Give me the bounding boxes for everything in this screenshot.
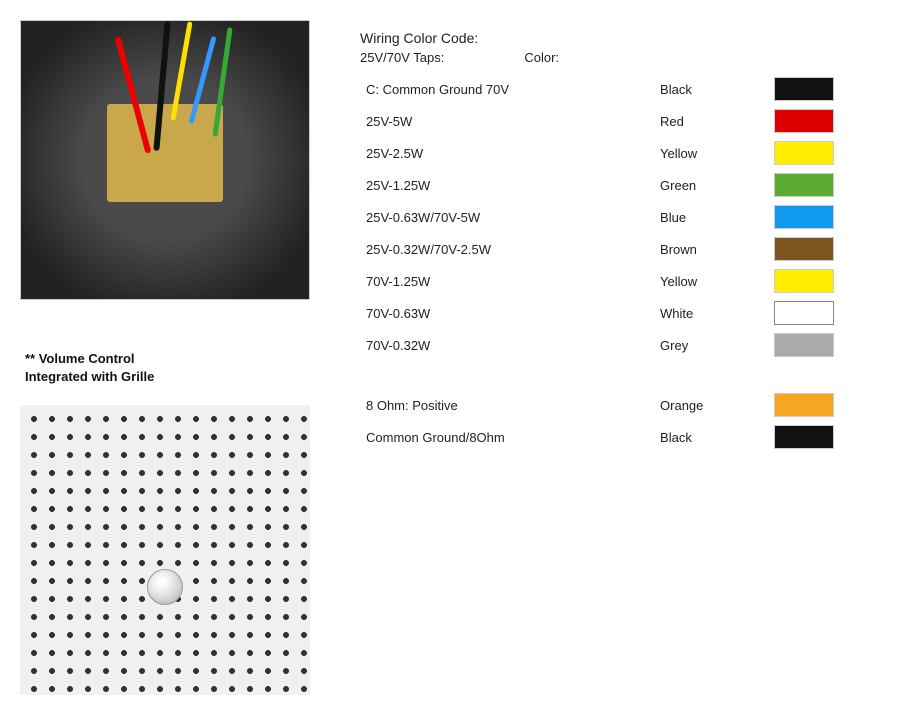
color-swatch [774,109,834,133]
color-swatch [774,205,834,229]
grille-dots [20,405,310,695]
tap-label: 70V-1.25W [360,265,654,297]
wiring-row: 25V-0.32W/70V-2.5W Brown [360,233,886,265]
color-label: Black [654,421,768,453]
subtitle-taps: 25V/70V Taps: [360,50,444,65]
wiring-subtitle: 25V/70V Taps: Color: [360,50,886,65]
grille-sim [20,405,310,695]
volume-control-label: ** Volume Control Integrated with Grille [25,350,190,386]
color-label: Yellow [654,265,768,297]
color-label: Yellow [654,137,768,169]
color-swatch-cell [768,73,886,105]
wiring-row: 25V-2.5W Yellow [360,137,886,169]
color-swatch [774,333,834,357]
wiring-row: 70V-0.32W Grey [360,329,886,361]
tap-label: 70V-0.63W [360,297,654,329]
wire-red [115,36,152,153]
color-swatch-cell [768,137,886,169]
tap-label: 25V-1.25W [360,169,654,201]
color-label: Black [654,73,768,105]
color-label: Red [654,105,768,137]
tap-label: 8 Ohm: Positive [360,389,654,421]
bottom-section: ** Volume Control Integrated with Grille [20,350,320,695]
tap-label: 70V-0.32W [360,329,654,361]
tap-label: 25V-2.5W [360,137,654,169]
ohm-row: Common Ground/8Ohm Black [360,421,886,453]
color-swatch [774,77,834,101]
color-swatch [774,393,834,417]
section-gap-row [360,361,886,389]
color-label: Brown [654,233,768,265]
volume-knob [147,569,183,605]
wiring-title: Wiring Color Code: [360,30,886,46]
wiring-row: C: Common Ground 70V Black [360,73,886,105]
wire-blue [188,36,216,124]
wire-yellow [171,21,193,120]
subtitle-color: Color: [524,50,559,65]
tap-label: 25V-5W [360,105,654,137]
tap-label: C: Common Ground 70V [360,73,654,105]
color-swatch-cell [768,201,886,233]
wire-green [212,27,232,137]
color-swatch [774,173,834,197]
color-label: Blue [654,201,768,233]
color-swatch [774,301,834,325]
transformer-sim [21,21,309,299]
color-swatch [774,269,834,293]
tap-label: 25V-0.63W/70V-5W [360,201,654,233]
color-swatch-cell [768,233,886,265]
color-swatch [774,237,834,261]
color-swatch-cell [768,297,886,329]
grille-image [20,405,310,695]
color-label: Orange [654,389,768,421]
color-swatch-cell [768,389,886,421]
ohm-row: 8 Ohm: Positive Orange [360,389,886,421]
color-swatch-cell [768,105,886,137]
color-swatch-cell [768,329,886,361]
wiring-row: 25V-5W Red [360,105,886,137]
color-label: Green [654,169,768,201]
transformer-image [20,20,310,300]
color-swatch-cell [768,169,886,201]
wiring-row: 25V-0.63W/70V-5W Blue [360,201,886,233]
wiring-table: C: Common Ground 70V Black 25V-5W Red 25… [360,73,886,453]
wiring-row: 25V-1.25W Green [360,169,886,201]
color-label: White [654,297,768,329]
left-panel: ** Volume Control Integrated with Grille [20,20,320,706]
tap-label: Common Ground/8Ohm [360,421,654,453]
tap-label: 25V-0.32W/70V-2.5W [360,233,654,265]
wiring-row: 70V-0.63W White [360,297,886,329]
color-swatch-cell [768,265,886,297]
color-swatch-cell [768,421,886,453]
right-panel: Wiring Color Code: 25V/70V Taps: Color: … [340,20,886,706]
color-label: Grey [654,329,768,361]
color-swatch [774,425,834,449]
wire-black [154,21,171,151]
color-swatch [774,141,834,165]
wiring-row: 70V-1.25W Yellow [360,265,886,297]
